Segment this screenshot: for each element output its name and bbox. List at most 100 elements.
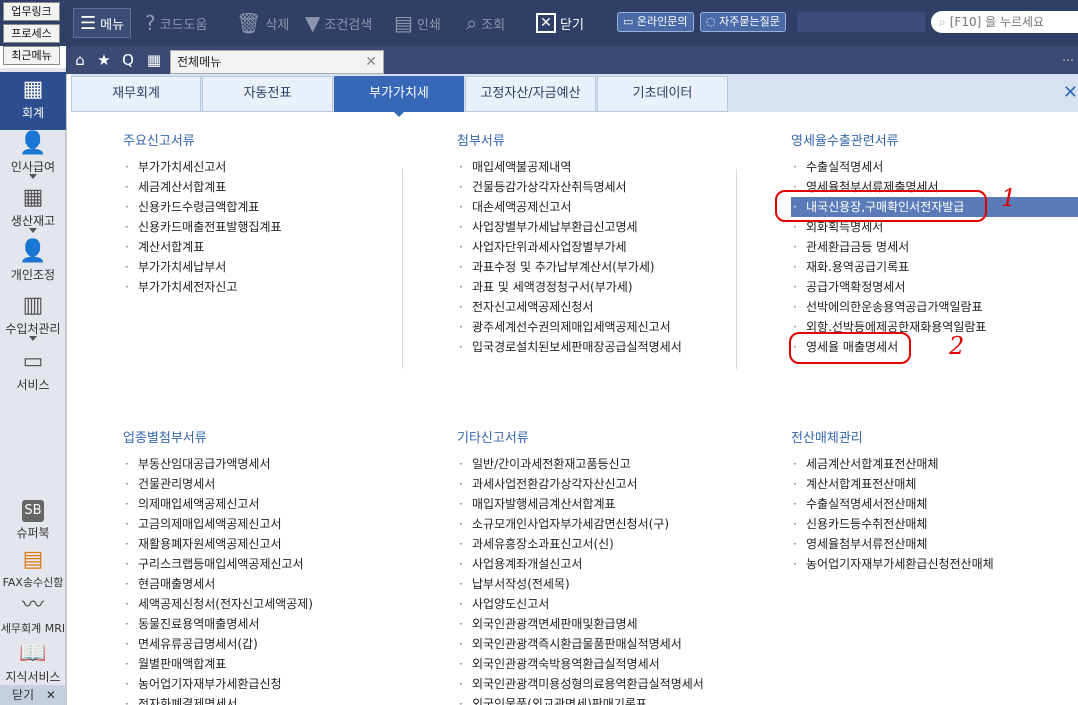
close-button[interactable]: ✕ 닫기 (536, 8, 584, 38)
menu-item[interactable]: 외국인관광객숙박용역환급실적명세서 (457, 654, 787, 674)
menu-item[interactable]: 수출실적명세서 (791, 157, 1061, 177)
menu-item[interactable]: 계산서합계표전산매체 (791, 474, 1061, 494)
tab-auto-voucher[interactable]: 자동전표 (202, 76, 333, 112)
sidebar-item-accounting[interactable]: ▦ 회계 (0, 72, 66, 130)
menu-item[interactable]: 신용카드매출전표발행집계표 (123, 217, 453, 237)
menu-item[interactable]: 세금계산서합계표전산매체 (791, 454, 1061, 474)
menu-item[interactable]: 선박에의한운송용역공급가액일람표 (791, 297, 1061, 317)
menu-item[interactable]: 면세유류공급명세서(갑) (123, 634, 453, 654)
menu-item[interactable]: 수출실적명세서전산매체 (791, 494, 1061, 514)
menu-item[interactable]: 과세사업전환감가상각자산신고서 (457, 474, 787, 494)
menu-item[interactable]: 입국경로설치된보세판매장공급실적명세서 (457, 337, 787, 357)
menu-item[interactable]: 과표 및 세액경정청구서(부가세) (457, 277, 787, 297)
menu-item[interactable]: 전자신고세액공제신청서 (457, 297, 787, 317)
menu-item[interactable]: 영세율첨부서류전산매체 (791, 534, 1061, 554)
sidebar-item-service[interactable]: ▭ 서비스 (0, 350, 66, 393)
home-icon[interactable]: ⌂ (68, 46, 92, 74)
menu-item[interactable]: 동물진료용역매출명세서 (123, 614, 453, 634)
menu-item[interactable]: 과세유흥장소과표신고서(신) (457, 534, 787, 554)
search-scope-field[interactable] (797, 12, 925, 32)
print-button[interactable]: ▤ 인쇄 (394, 8, 441, 38)
sidebar-item-knowledge[interactable]: 📖 지식서비스 (0, 642, 66, 685)
chevron-down-icon (29, 228, 37, 233)
menu-item[interactable]: 현금매출명세서 (123, 574, 453, 594)
menu-item[interactable]: 월별판매액합계표 (123, 654, 453, 674)
menu-item[interactable]: 광주세계선수권의제매입세액공제신고서 (457, 317, 787, 337)
menu-item[interactable]: 납부서작성(전세목) (457, 574, 787, 594)
view-button[interactable]: ⌕ 조회 (466, 8, 505, 38)
menu-item[interactable]: 재활용폐자원세액공제신고서 (123, 534, 453, 554)
menu-item[interactable]: 전자화폐결제명세서 (123, 694, 453, 705)
menu-item[interactable]: 공급가액확정명세서 (791, 277, 1061, 297)
menu-item[interactable]: 부가가치세납부서 (123, 257, 453, 277)
sidebar-item-superbook[interactable]: SB 슈퍼북 (0, 500, 66, 541)
search-icon[interactable]: Q (116, 46, 140, 74)
menu-item[interactable]: 외국인관광객즉시환급물품판매실적명세서 (457, 634, 787, 654)
menu-item[interactable]: 농어업기자재부가세환급신청 (123, 674, 453, 694)
section-title: 전산매체관리 (791, 431, 863, 446)
tab-fixed-assets[interactable]: 고정자산/자금예산 (465, 76, 596, 112)
menu-item[interactable]: 일반/간이과세전환재고품등신고 (457, 454, 787, 474)
top-toolbar: 업무링크 프로세스 최근메뉴 ☰ 메뉴 ? 코드도움 🗑 삭제 ▼ 조건검색 ▤… (0, 0, 1078, 65)
sidebar-item-label: 서비스 (16, 378, 50, 392)
menu-item[interactable]: 사업양도신고서 (457, 594, 787, 614)
delete-button[interactable]: 🗑 삭제 (236, 8, 289, 38)
menu-item[interactable]: 재화.용역공급기록표 (791, 257, 1061, 277)
quicklink-recent-menu[interactable]: 최근메뉴 (3, 46, 60, 65)
menu-item[interactable]: 고금의제매입세액공제신고서 (123, 514, 453, 534)
quicklink-business-link[interactable]: 업무링크 (3, 2, 60, 21)
sidebar-item-fax[interactable]: ▤ FAX송수신함 (0, 548, 66, 590)
menu-item[interactable]: 신용카드등수취전산매체 (791, 514, 1061, 534)
menu-item[interactable]: 사업자단위과세사업장별부가세 (457, 237, 787, 257)
code-help-button[interactable]: ? 코드도움 (145, 8, 207, 38)
menu-item[interactable]: 사업용계좌개설신고서 (457, 554, 787, 574)
menu-item[interactable]: 부가가치세전자신고 (123, 277, 453, 297)
grid-icon[interactable]: ▦ (142, 46, 166, 74)
menu-item[interactable]: 세액공제신청서(전자신고세액공제) (123, 594, 453, 614)
sidebar-item-label: 생산재고 (10, 214, 56, 228)
search-input[interactable] (949, 15, 1070, 29)
close-icon[interactable]: ✕ (1063, 82, 1078, 103)
menu-item[interactable]: 과표수정 및 추가납부계산서(부가세) (457, 257, 787, 277)
menu-item[interactable]: 계산서합계표 (123, 237, 453, 257)
menu-button[interactable]: ☰ 메뉴 (73, 8, 131, 38)
sidebar-item-tax-mri[interactable]: 〰 세무회계 MRI (0, 594, 66, 636)
tab-financial-accounting[interactable]: 재무회계 (71, 76, 201, 112)
more-icon[interactable]: ⋯ (1062, 46, 1074, 74)
menu-item[interactable]: 부가가치세신고서 (123, 157, 453, 177)
menu-item[interactable]: 외국인관광객미용성형의료용역환급실적명세서 (457, 674, 787, 694)
close-icon[interactable]: ✕ (365, 51, 377, 73)
menu-item[interactable]: 외국인관광객면세판매및환급명세 (457, 614, 787, 634)
online-inquiry-button[interactable]: ▭ 온라인문의 (617, 12, 694, 32)
menu-item[interactable]: 구리스크랩등매입세액공제신고서 (123, 554, 453, 574)
menu-item[interactable]: 부동산임대공급가액명세서 (123, 454, 453, 474)
menu-item[interactable]: 소규모개인사업자부가세감면신청서(구) (457, 514, 787, 534)
sidebar-item-label: 회계 (21, 106, 45, 120)
annotation-circle-2 (789, 332, 911, 364)
sidebar-item-payroll[interactable]: 👤 인사급여 (0, 132, 66, 175)
star-icon[interactable]: ★ (92, 46, 116, 74)
menu-item[interactable]: 건물등감가상각자산취득명세서 (457, 177, 787, 197)
menu-item[interactable]: 신용카드수령금액합계표 (123, 197, 453, 217)
sidebar-close-button[interactable]: 닫기 ✕ (0, 685, 66, 705)
menu-item[interactable]: 사업장별부가세납부환급신고명세 (457, 217, 787, 237)
menu-item[interactable]: 매입자발행세금계산서합계표 (457, 494, 787, 514)
menu-item[interactable]: 세금계산서합계표 (123, 177, 453, 197)
tab-vat[interactable]: 부가가치세 (334, 76, 464, 117)
tab-base-data[interactable]: 기초데이터 (597, 76, 728, 112)
menu-item[interactable]: 매입세액불공제내역 (457, 157, 787, 177)
menu-item[interactable]: 대손세액공제신고서 (457, 197, 787, 217)
menu-item[interactable]: 의제매입세액공제신고서 (123, 494, 453, 514)
condition-search-button[interactable]: ▼ 조건검색 (305, 8, 372, 38)
menu-item[interactable]: 건물관리명세서 (123, 474, 453, 494)
faq-button[interactable]: ◌ 자주묻는질문 (700, 12, 786, 32)
menu-item[interactable]: 외국인물품(외교관면세)판매기록표 (457, 694, 787, 705)
menu-item[interactable]: 농어업기자재부가세환급신청전산매체 (791, 554, 1061, 574)
section-title: 영세율수출관련서류 (791, 134, 899, 149)
sidebar-item-client-management[interactable]: ▥ 수입처관리 (0, 294, 66, 337)
sidebar-item-personal-adjust[interactable]: 👤 개인조정 (0, 240, 66, 283)
sidebar-item-inventory[interactable]: ▦ 생산재고 (0, 186, 66, 229)
quicklink-process[interactable]: 프로세스 (3, 24, 60, 43)
menu-item[interactable]: 관세환급금등 명세서 (791, 237, 1061, 257)
doc-tab-all-menu[interactable]: 전체메뉴 ✕ (170, 50, 384, 74)
